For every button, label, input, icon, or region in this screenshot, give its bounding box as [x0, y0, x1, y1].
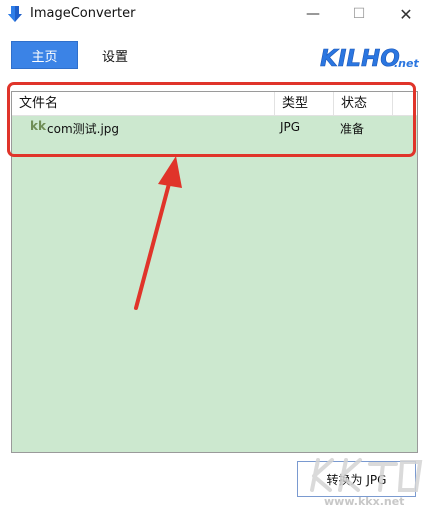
column-header-type[interactable]: 类型	[274, 92, 333, 116]
file-list[interactable]: 文件名 类型 状态 kk com测试.jpg JPG 准备	[11, 91, 418, 453]
window-title: ImageConverter	[30, 6, 136, 21]
column-header-filler	[392, 92, 417, 116]
nav-home-button[interactable]: 主页	[11, 41, 78, 69]
title-bar: ImageConverter — ☐ ✕	[0, 0, 429, 28]
file-type: JPG	[280, 120, 301, 134]
file-name: com测试.jpg	[47, 122, 120, 136]
close-button[interactable]: ✕	[383, 0, 429, 28]
nav-settings-button[interactable]: 设置	[98, 41, 132, 69]
kilho-logo: KILHO .net	[317, 41, 421, 72]
file-icon: kk	[30, 119, 46, 133]
maximize-button[interactable]: ☐	[336, 0, 382, 28]
list-header: 文件名 类型 状态	[12, 92, 417, 116]
column-header-filename[interactable]: 文件名	[12, 92, 274, 116]
table-row[interactable]: kk com测试.jpg JPG 准备	[12, 117, 417, 139]
minimize-button[interactable]: —	[290, 0, 336, 28]
svg-text:.net: .net	[394, 57, 419, 70]
column-header-status[interactable]: 状态	[333, 92, 392, 116]
svg-text:KILHO: KILHO	[320, 46, 400, 72]
watermark-url: www.kkx.net	[324, 495, 405, 508]
file-status: 准备	[340, 122, 365, 136]
app-arrow-icon	[8, 6, 22, 22]
convert-to-jpg-button[interactable]: 转换为 JPG	[297, 461, 416, 497]
